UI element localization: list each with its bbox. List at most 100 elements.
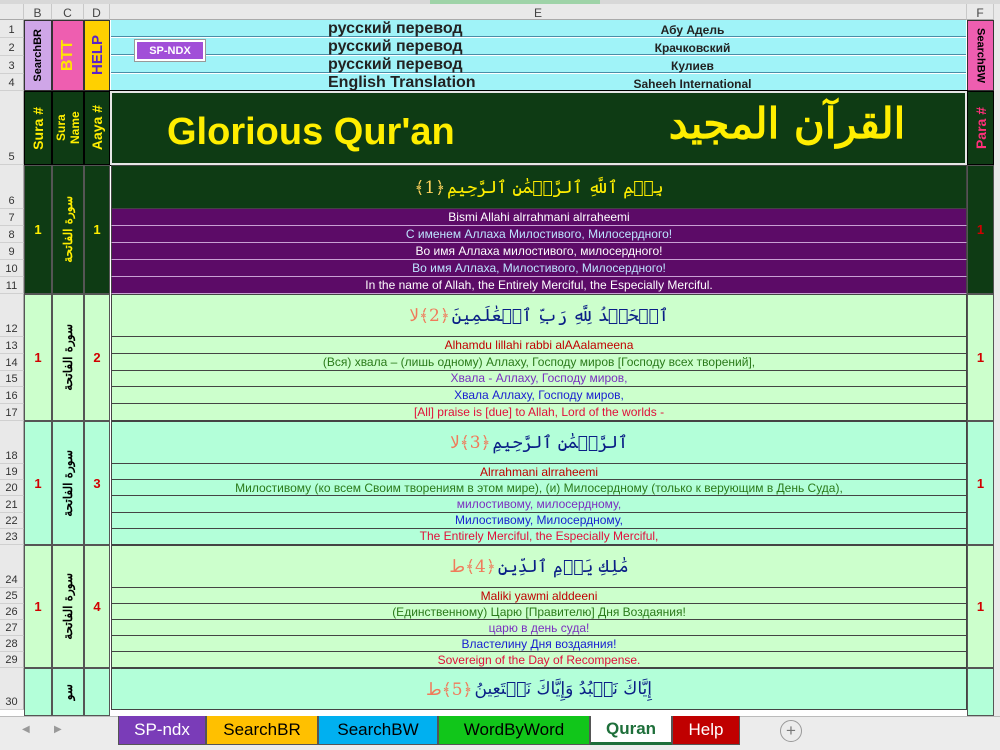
aaya-number-cell: 1: [84, 165, 110, 294]
translation-line: царю в день суда!: [111, 620, 967, 636]
sura-number-header: Sura #: [24, 91, 52, 165]
para-number-cell: [967, 668, 994, 716]
sura-number-cell-text: 1: [34, 475, 42, 491]
row-number[interactable]: 28: [0, 636, 24, 652]
row-number[interactable]: 10: [0, 260, 24, 277]
translation-row-1: [111, 20, 966, 37]
row-number[interactable]: 14: [0, 353, 24, 371]
row-number[interactable]: 7: [0, 209, 24, 226]
sura-number-cell: 1: [24, 545, 52, 668]
aya-end-marker: ﴿2﴾لا: [409, 306, 450, 326]
row-number[interactable]: 22: [0, 512, 24, 529]
sura-number-cell: 1: [24, 421, 52, 545]
aaya-number-cell: 3: [84, 421, 110, 545]
search-bw-button[interactable]: SearchBW: [967, 20, 994, 91]
transliteration-line: Maliki yawmi alddeeni: [111, 588, 967, 604]
row-number[interactable]: 5: [0, 91, 24, 165]
para-number-cell: 1: [967, 294, 994, 421]
row-number[interactable]: 4: [0, 74, 24, 91]
translation-line: [All] praise is [due] to Allah, Lord of …: [111, 404, 967, 421]
row-number[interactable]: 24: [0, 545, 24, 588]
select-all-corner[interactable]: [0, 4, 24, 20]
tab-word-by-word[interactable]: WordByWord: [438, 716, 590, 745]
column-header-c[interactable]: C: [52, 4, 84, 20]
aaya-number-cell: [84, 668, 110, 716]
para-number-cell-text: 1: [976, 475, 985, 491]
scroll-tabs-right-icon[interactable]: ▶: [54, 724, 62, 735]
sura-name-cell-text: سورة الفاتحة: [61, 324, 75, 391]
translation-row-2: [111, 38, 966, 55]
tab-search-bw[interactable]: SearchBW: [318, 716, 438, 745]
sura-name-cell-text: سو: [61, 683, 75, 701]
row-number[interactable]: 29: [0, 652, 24, 668]
row-number[interactable]: 3: [0, 56, 24, 74]
row-number[interactable]: 25: [0, 588, 24, 604]
row-number[interactable]: 17: [0, 404, 24, 421]
sura-name-cell: سورة الفاتحة: [52, 294, 84, 421]
arabic-aya-line: ﴿3﴾لا ٱلرَّحۡمَٰنِ ٱلرَّحِيمِ: [111, 421, 967, 464]
column-header-b[interactable]: B: [24, 4, 52, 20]
translation-line: The Entirely Merciful, the Especially Me…: [111, 528, 967, 545]
add-sheet-icon[interactable]: +: [780, 720, 802, 742]
translation-line: (Единственному) Царю [Правителю] Дня Воз…: [111, 604, 967, 620]
row-number[interactable]: 2: [0, 38, 24, 56]
tab-quran[interactable]: Quran: [590, 716, 672, 745]
para-number-cell-text: 1: [976, 350, 985, 365]
row-number[interactable]: 9: [0, 243, 24, 260]
row-number[interactable]: 30: [0, 668, 24, 710]
row-number[interactable]: 12: [0, 294, 24, 337]
transliteration-line: Alrrahmani alrraheemi: [111, 464, 967, 481]
translation-line: Милостивому, Милосердному,: [111, 512, 967, 529]
sura-name-header: Sura Name: [52, 91, 84, 165]
sura-name-cell-text: سورة الفاتحة: [61, 196, 75, 263]
arabic-aya-line: ﴿1﴾ بِسۡمِ ٱللَّهِ ٱلرَّحۡمَٰنِ ٱلرَّحِيم…: [111, 165, 967, 209]
translation-line: Sovereign of the Day of Recompense.: [111, 652, 967, 668]
banner: Glorious Qur'an القرآن المجيد: [109, 90, 968, 166]
scroll-tabs-left-icon[interactable]: ◀: [22, 724, 30, 735]
arabic-aya-text: إِيَّاكَ نَعۡبُدُ وَإِيَّاكَ نَسۡتَعِينُ: [474, 679, 652, 699]
arabic-aya-text: مَٰلِكِ يَوۡمِ ٱلدِّينِ: [497, 557, 629, 577]
sura-number-cell-text: 1: [34, 222, 42, 237]
row-number[interactable]: 20: [0, 480, 24, 497]
row-number[interactable]: 8: [0, 226, 24, 243]
row-number[interactable]: 16: [0, 387, 24, 405]
arabic-aya-line: ﴿4﴾ط مَٰلِكِ يَوۡمِ ٱلدِّينِ: [111, 545, 967, 588]
row-number[interactable]: 27: [0, 620, 24, 636]
para-number-cell-text: 1: [976, 222, 985, 237]
tab-help[interactable]: Help: [672, 716, 740, 745]
btt-button[interactable]: BTT: [52, 20, 84, 91]
translation-title: русский перевод: [328, 56, 463, 73]
sura-number-cell-text: 1: [34, 350, 42, 365]
sura-number-cell-text: 1: [34, 599, 42, 614]
row-number[interactable]: 18: [0, 421, 24, 464]
row-number[interactable]: 21: [0, 496, 24, 513]
aaya-number-cell-text: 2: [93, 350, 101, 365]
aaya-number-header: Aaya #: [84, 91, 110, 165]
banner-english-title: Glorious Qur'an: [167, 111, 455, 153]
row-number[interactable]: 11: [0, 277, 24, 294]
row-number[interactable]: 26: [0, 604, 24, 620]
row-number[interactable]: 15: [0, 370, 24, 388]
row-number[interactable]: 23: [0, 528, 24, 545]
arabic-aya-line: ﴿2﴾لا ٱلۡحَمۡدُ لِلَّهِ رَبِّ ٱلۡعَٰلَمِي…: [111, 294, 967, 337]
row-number[interactable]: 6: [0, 165, 24, 209]
search-br-button[interactable]: SearchBR: [24, 20, 52, 91]
tab-sp-ndx[interactable]: SP-ndx: [118, 716, 206, 745]
sp-ndx-button[interactable]: SP-NDX: [134, 39, 206, 62]
tab-search-br[interactable]: SearchBR: [206, 716, 318, 745]
column-header-d[interactable]: D: [84, 4, 110, 20]
column-header-f[interactable]: F: [967, 4, 994, 20]
row-number[interactable]: 1: [0, 20, 24, 38]
row-number[interactable]: 19: [0, 464, 24, 481]
vertical-scroll-edge[interactable]: [994, 4, 1000, 716]
translation-title: русский перевод: [328, 20, 463, 37]
row-number[interactable]: 13: [0, 337, 24, 354]
translation-title: English Translation: [328, 74, 476, 91]
aaya-number-cell: 4: [84, 545, 110, 668]
translation-author: Кулиев: [671, 59, 714, 73]
translation-line: Властелину Дня воздаяния!: [111, 636, 967, 652]
column-header-e[interactable]: E: [110, 4, 967, 20]
translation-author: Крачковский: [654, 41, 731, 55]
translation-row-4: [111, 74, 966, 91]
help-button[interactable]: HELP: [84, 20, 110, 91]
